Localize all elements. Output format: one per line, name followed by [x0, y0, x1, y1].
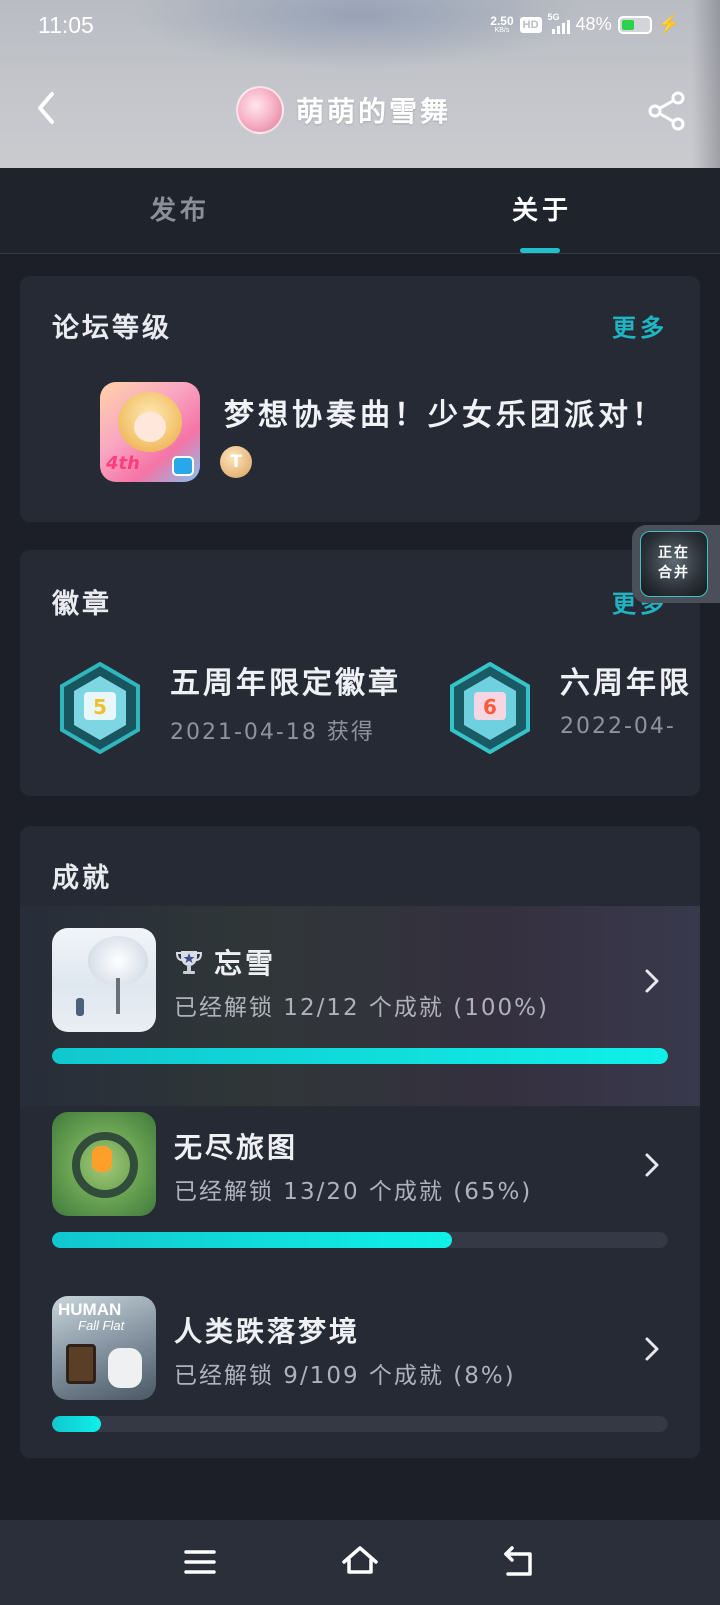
forum-level-more-link[interactable]: 更多: [612, 308, 668, 343]
achievements-card: 成就 忘雪 已经解锁 12/12 个成就 (100%) 无尽旅图 已经解锁 13…: [20, 826, 700, 1458]
charging-icon: ⚡: [657, 14, 680, 34]
back-icon[interactable]: [30, 88, 66, 128]
profile-title: 萌萌的雪舞: [236, 86, 451, 134]
status-bar: 11:05 2.50 KB/s HD 5G 48% ⚡: [0, 0, 720, 56]
game-icon: [52, 1112, 156, 1216]
profile-header: 11:05 2.50 KB/s HD 5G 48% ⚡ 萌萌的雪舞: [0, 0, 720, 168]
badges-title: 徽章: [52, 589, 112, 620]
achievement-progress-bar: [52, 1232, 668, 1248]
merging-label-line2: 合并: [658, 565, 690, 581]
trophy-icon: [175, 951, 203, 974]
game-icon[interactable]: 4th: [100, 382, 200, 482]
achievement-item[interactable]: 忘雪 已经解锁 12/12 个成就 (100%): [20, 928, 700, 1078]
status-time: 11:05: [38, 12, 94, 38]
tab-about[interactable]: 关于: [512, 190, 572, 227]
game-icon-title: HUMAN: [58, 1300, 122, 1319]
hd-icon: HD: [519, 16, 542, 33]
back-nav-icon[interactable]: [500, 1542, 540, 1582]
signal-icon: 5G: [548, 12, 570, 34]
badge-date: 2022-04-: [560, 714, 676, 739]
achievement-game-title: 人类跌落梦境: [174, 1310, 360, 1350]
badge-name: 六周年限: [560, 666, 692, 701]
game-name[interactable]: 梦想协奏曲！少女乐团派对！: [224, 390, 666, 434]
system-navigation-bar: [0, 1520, 720, 1605]
forum-level-card: 论坛等级 更多 4th 梦想协奏曲！少女乐团派对！ T: [20, 276, 700, 522]
achievements-title: 成就: [52, 863, 112, 894]
level-badge-icon: T: [220, 446, 252, 478]
achievement-game-name: 人类跌落梦境: [174, 1315, 361, 1348]
progress-fill: [52, 1232, 453, 1248]
bilibili-tv-icon: [172, 456, 194, 476]
achievement-progress-text: 已经解锁 13/20 个成就 (65%): [174, 1179, 533, 1205]
battery-icon: [617, 15, 652, 34]
battery-level: [621, 19, 634, 30]
achievement-progress-bar: [52, 1048, 668, 1064]
share-icon[interactable]: [646, 90, 688, 132]
progress-fill: [52, 1416, 102, 1432]
merging-label-line1: 正在: [658, 545, 690, 562]
status-icons: 2.50 KB/s HD 5G 48% ⚡: [490, 12, 680, 35]
network-speed: 2.50 KB/s: [490, 15, 513, 34]
achievement-item[interactable]: 无尽旅图 已经解锁 13/20 个成就 (65%): [20, 1112, 700, 1262]
network-type: 5G: [547, 11, 560, 22]
achievement-progress-text: 已经解锁 12/12 个成就 (100%): [174, 995, 549, 1021]
achievement-progress-bar: [52, 1416, 668, 1432]
menu-icon[interactable]: [180, 1542, 220, 1582]
achievement-game-name: 忘雪: [214, 947, 277, 980]
home-icon[interactable]: [340, 1542, 380, 1582]
chevron-right-icon: [645, 1337, 659, 1361]
hexagon-badge-icon: 5: [60, 662, 140, 754]
chevron-right-icon: [645, 969, 659, 993]
game-icon: HUMAN Fall Flat: [52, 1296, 156, 1400]
badge-number: 5: [93, 695, 107, 719]
achievement-game-name: 无尽旅图: [174, 1131, 299, 1164]
game-icon-subtitle: Fall Flat: [78, 1318, 125, 1333]
tab-bar: 发布 关于: [0, 168, 720, 254]
badge-date: 2021-04-18 获得: [170, 720, 375, 745]
badges-card: 徽章 更多 5 五周年限定徽章 2021-04-18 获得 6 六周年限 202…: [20, 550, 700, 796]
merging-float-button[interactable]: 正在 合并: [632, 525, 720, 603]
forum-level-title: 论坛等级: [52, 313, 172, 344]
game-icon-label: 4th: [106, 453, 140, 474]
hexagon-badge-icon: 6: [450, 662, 530, 754]
profile-name: 萌萌的雪舞: [296, 95, 452, 128]
network-speed-value: 2.50: [490, 14, 514, 28]
active-tab-indicator: [520, 248, 560, 253]
achievement-game-title: 忘雪: [174, 942, 276, 982]
badge-number: 6: [483, 695, 497, 719]
badge-name: 五周年限定徽章: [170, 666, 401, 701]
progress-fill: [52, 1048, 668, 1064]
game-icon: [52, 928, 156, 1032]
merging-status: 正在 合并: [640, 531, 708, 597]
battery-percent: 48%: [575, 14, 612, 34]
tab-post[interactable]: 发布: [150, 190, 210, 227]
network-speed-unit: KB/s: [494, 27, 510, 34]
achievement-game-title: 无尽旅图: [174, 1126, 298, 1166]
chevron-right-icon: [645, 1153, 659, 1177]
achievement-progress-text: 已经解锁 9/109 个成就 (8%): [174, 1363, 516, 1389]
achievement-item[interactable]: HUMAN Fall Flat 人类跌落梦境 已经解锁 9/109 个成就 (8…: [20, 1296, 700, 1446]
avatar[interactable]: [236, 86, 284, 134]
